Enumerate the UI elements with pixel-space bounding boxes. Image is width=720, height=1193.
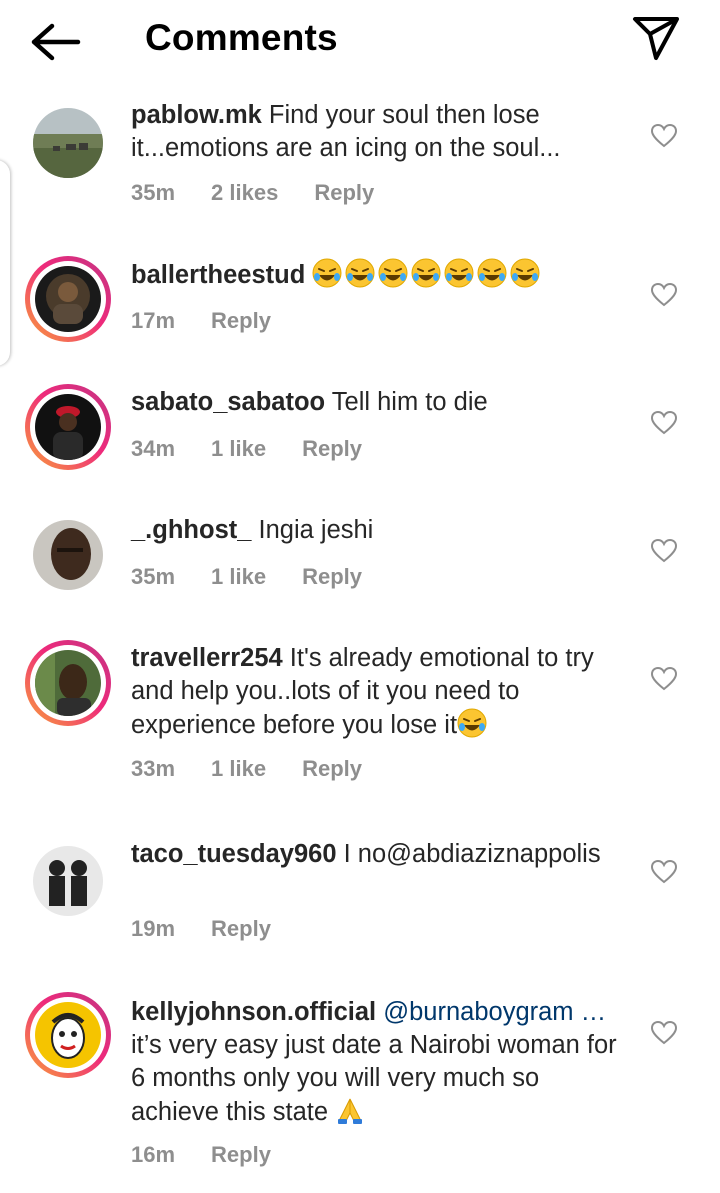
page-title: Comments bbox=[145, 17, 338, 58]
comment-username[interactable]: sabato_sabatoo bbox=[131, 388, 325, 416]
avatar[interactable] bbox=[25, 512, 111, 598]
reply-button[interactable]: Reply bbox=[211, 308, 271, 333]
laughing-emoji-icon bbox=[457, 708, 487, 738]
avatar-illustration-image bbox=[33, 846, 103, 916]
reply-button[interactable]: Reply bbox=[302, 756, 362, 781]
comment-item: kellyjohnson.official @burnaboygram … it… bbox=[0, 992, 720, 1182]
back-arrow-icon[interactable] bbox=[28, 20, 84, 64]
comment-likes[interactable]: 1 like bbox=[211, 564, 266, 589]
comment-time: 17m bbox=[131, 308, 176, 333]
comment-likes[interactable]: 1 like bbox=[211, 756, 266, 781]
like-heart-icon[interactable] bbox=[651, 124, 677, 148]
like-heart-icon[interactable] bbox=[651, 860, 677, 884]
comment-username[interactable]: ballertheestud bbox=[131, 261, 305, 289]
comment-time: 34m bbox=[131, 436, 176, 461]
comment-likes[interactable]: 1 like bbox=[211, 436, 266, 461]
like-heart-icon[interactable] bbox=[651, 539, 677, 563]
laughing-emoji-icon bbox=[444, 258, 474, 288]
comment-time: 35m bbox=[131, 564, 176, 589]
comment-item: _.ghhost_ Ingia jeshi 35m 1 like Reply bbox=[0, 510, 720, 610]
comment-likes[interactable]: 2 likes bbox=[211, 180, 278, 205]
comment-meta: 16m Reply bbox=[131, 1142, 307, 1168]
reply-button[interactable]: Reply bbox=[211, 1142, 271, 1167]
mention-link[interactable]: @burnaboygram … bbox=[376, 998, 606, 1026]
comment-meta: 35m 2 likes Reply bbox=[131, 180, 410, 206]
comments-header: Comments bbox=[0, 0, 720, 84]
avatar-person-image bbox=[35, 394, 101, 460]
avatar-person-image bbox=[35, 650, 101, 716]
avatar[interactable] bbox=[25, 640, 111, 726]
comment-time: 19m bbox=[131, 916, 176, 941]
comment-text: pablow.mk Find your soul then lose it...… bbox=[131, 101, 561, 162]
comment-meta: 34m 1 like Reply bbox=[131, 436, 398, 462]
avatar[interactable] bbox=[25, 384, 111, 470]
avatar-illustration-image bbox=[35, 1002, 101, 1068]
send-direct-icon[interactable] bbox=[630, 14, 682, 62]
comment-text: taco_tuesday960 I no@abdiaziznappolis bbox=[131, 840, 601, 868]
like-heart-icon[interactable] bbox=[651, 1021, 677, 1045]
like-heart-icon[interactable] bbox=[651, 283, 677, 307]
comment-time: 16m bbox=[131, 1142, 176, 1167]
comment-meta: 19m Reply bbox=[131, 916, 307, 942]
like-heart-icon[interactable] bbox=[651, 667, 677, 691]
laughing-emoji-icon bbox=[345, 258, 375, 288]
comment-time: 33m bbox=[131, 756, 176, 781]
laughing-emoji-icon bbox=[378, 258, 408, 288]
comment-text: kellyjohnson.official @burnaboygram … it… bbox=[131, 998, 617, 1126]
avatar-landscape-image bbox=[33, 108, 103, 178]
avatar[interactable] bbox=[25, 100, 111, 186]
reply-button[interactable]: Reply bbox=[302, 564, 362, 589]
like-heart-icon[interactable] bbox=[651, 411, 677, 435]
comment-text: travellerr254 It's already emotional to … bbox=[131, 644, 594, 739]
laughing-emoji-icon bbox=[510, 258, 540, 288]
comment-meta: 17m Reply bbox=[131, 308, 307, 334]
comment-username[interactable]: kellyjohnson.official bbox=[131, 998, 376, 1026]
comment-item: ballertheestud 17m Reply bbox=[0, 254, 720, 354]
comment-meta: 35m 1 like Reply bbox=[131, 564, 398, 590]
comment-item: travellerr254 It's already emotional to … bbox=[0, 638, 720, 798]
laughing-emoji-icon bbox=[477, 258, 507, 288]
comment-item: taco_tuesday960 I no@abdiaziznappolis 19… bbox=[0, 838, 720, 958]
laughing-emoji-icon bbox=[411, 258, 441, 288]
comment-time: 35m bbox=[131, 180, 176, 205]
comment-item: sabato_sabatoo Tell him to die 34m 1 like… bbox=[0, 382, 720, 482]
laughing-emoji-icon bbox=[312, 258, 342, 288]
comment-username[interactable]: pablow.mk bbox=[131, 101, 262, 129]
laughing-emoji-group bbox=[312, 258, 543, 289]
avatar[interactable] bbox=[25, 992, 111, 1078]
avatar[interactable] bbox=[25, 256, 111, 342]
comment-item: pablow.mk Find your soul then lose it...… bbox=[0, 96, 720, 226]
avatar[interactable] bbox=[25, 838, 111, 924]
comment-text: _.ghhost_ Ingia jeshi bbox=[131, 516, 374, 544]
comment-text: ballertheestud bbox=[131, 258, 631, 292]
reply-button[interactable]: Reply bbox=[211, 916, 271, 941]
comment-username[interactable]: travellerr254 bbox=[131, 644, 283, 672]
comment-text: sabato_sabatoo Tell him to die bbox=[131, 388, 488, 416]
comment-username[interactable]: taco_tuesday960 bbox=[131, 840, 337, 868]
avatar-person-image bbox=[35, 266, 101, 332]
comment-meta: 33m 1 like Reply bbox=[131, 756, 398, 782]
reply-button[interactable]: Reply bbox=[302, 436, 362, 461]
folded-hands-emoji-icon bbox=[338, 1098, 363, 1124]
reply-button[interactable]: Reply bbox=[314, 180, 374, 205]
avatar-person-image bbox=[33, 520, 103, 590]
comment-username[interactable]: _.ghhost_ bbox=[131, 516, 251, 544]
